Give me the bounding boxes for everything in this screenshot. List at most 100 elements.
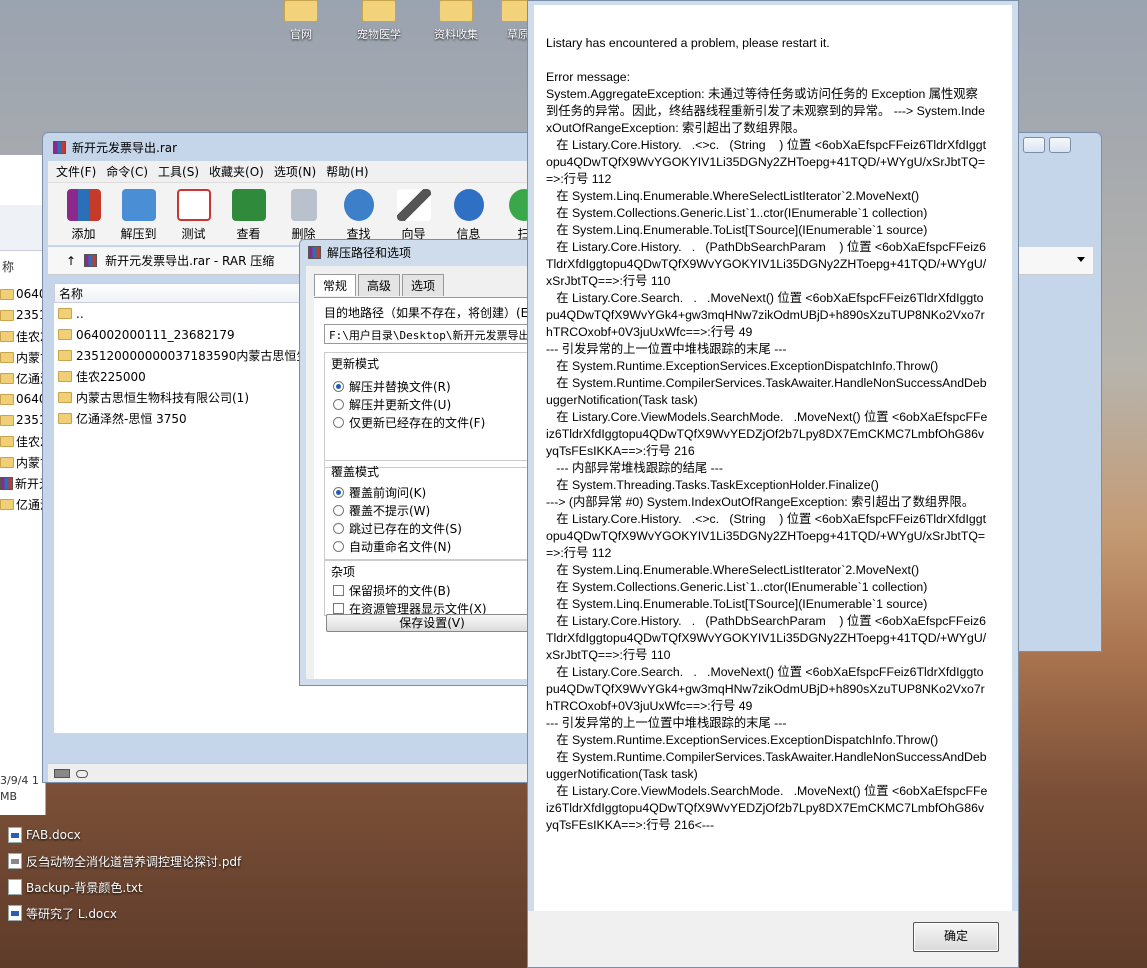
folder-icon [362, 0, 396, 22]
desktop-icon-1[interactable]: 宠物医学 [349, 0, 409, 42]
folder-extract-icon [121, 189, 156, 221]
desktop-file[interactable]: FAB.docx [8, 822, 241, 848]
folder-icon [58, 413, 72, 424]
list-item[interactable]: 亿通泽 [0, 494, 45, 514]
list-item[interactable]: 亿通泽 [0, 368, 45, 388]
folder-icon [0, 414, 14, 426]
checkbox[interactable] [333, 584, 344, 596]
list-item[interactable]: 佳农2 [0, 431, 45, 451]
pdf-document-icon [8, 853, 22, 869]
explorer-column-header[interactable]: 称 [2, 258, 14, 275]
radio-button[interactable] [333, 380, 344, 392]
list-item[interactable]: 内蒙古 [0, 452, 45, 472]
folder-icon [0, 498, 14, 510]
rar-archive-icon [84, 254, 98, 267]
wizard-button[interactable]: 向导 [388, 183, 439, 245]
radio-button[interactable] [333, 522, 344, 534]
test-button[interactable]: 测试 [168, 183, 219, 245]
folder-icon [284, 0, 318, 22]
folder-icon [0, 330, 14, 342]
list-item[interactable]: 新开元 [0, 473, 45, 493]
desktop-icon-2[interactable]: 资料收集 [426, 0, 486, 42]
checklist-icon [176, 189, 211, 221]
list-item[interactable]: 06400 [0, 284, 45, 304]
info-icon [453, 189, 484, 221]
save-settings-button[interactable]: 保存设置(V) [326, 614, 538, 632]
destination-label: 目的地路径（如果不存在，将创建）(E) [324, 306, 533, 320]
maximize-button[interactable] [1023, 137, 1045, 153]
menu-help[interactable]: 帮助(H) [326, 163, 368, 180]
desktop-icon-0[interactable]: 官网 [271, 0, 331, 42]
dialog-titlebar[interactable]: 解压路径和选项 [300, 240, 538, 264]
rar-archive-icon [53, 140, 66, 154]
tab-options[interactable]: 选项 [402, 274, 445, 296]
update-mode-group: 更新模式 解压并替换文件(R) 解压并更新文件(U) 仅更新已经存在的文件(F) [324, 352, 538, 468]
add-button[interactable]: 添加 [58, 183, 109, 245]
folder-icon [439, 0, 473, 22]
radio-button[interactable] [333, 416, 344, 428]
folder-icon [0, 351, 14, 363]
radio-auto-rename[interactable]: 自动重命名文件(N) [325, 537, 462, 555]
tab-strip: 常规 高级 选项 [306, 266, 538, 296]
menu-tools[interactable]: 工具(S) [158, 163, 199, 180]
chevron-down-icon [1077, 257, 1085, 262]
radio-button[interactable] [333, 504, 344, 516]
radio-button[interactable] [333, 540, 344, 552]
folder-icon [58, 392, 72, 403]
winrar-titlebar[interactable]: 新开元发票导出.rar [43, 133, 603, 161]
tab-advanced[interactable]: 高级 [358, 274, 401, 296]
menu-favorites[interactable]: 收藏夹(O) [209, 163, 264, 180]
desktop-file[interactable]: Backup-背景颜色.txt [8, 874, 241, 900]
path-dropdown[interactable] [1015, 247, 1093, 275]
archive-path[interactable]: 新开元发票导出.rar - RAR 压缩 [105, 252, 274, 269]
find-button[interactable]: 查找 [333, 183, 384, 245]
desktop-file-list: FAB.docx 反刍动物全消化道营养调控理论探讨.pdf Backup-背景颜… [8, 822, 241, 926]
info-button[interactable]: 信息 [443, 183, 494, 245]
radio-button[interactable] [333, 486, 344, 498]
radio-extract-update[interactable]: 解压并更新文件(U) [325, 395, 485, 413]
misc-group: 杂项 保留损坏的文件(B) 在资源管理器显示文件(X) [324, 560, 538, 616]
folder-icon [0, 288, 14, 300]
checkbox[interactable] [333, 602, 344, 614]
window-title: 新开元发票导出.rar [72, 140, 178, 155]
folder-icon [58, 329, 72, 340]
extract-to-button[interactable]: 解压到 [113, 183, 164, 245]
radio-skip-existing[interactable]: 跳过已存在的文件(S) [325, 519, 462, 537]
desktop-icon-label: 资料收集 [434, 28, 478, 41]
desktop-file[interactable]: 等研究了 L.docx [8, 900, 241, 926]
delete-button[interactable]: 删除 [278, 183, 329, 245]
desktop-icon-label: 草原 [507, 28, 529, 41]
list-item[interactable]: 06400 [0, 389, 45, 409]
up-arrow-icon[interactable]: ↑ [66, 254, 76, 268]
folder-icon [0, 309, 14, 321]
drive-icon [54, 769, 70, 778]
menu-commands[interactable]: 命令(C) [106, 163, 148, 180]
menu-options[interactable]: 选项(N) [274, 163, 316, 180]
overwrite-mode-label: 覆盖模式 [331, 465, 380, 479]
destination-path-input[interactable]: F:\用户目录\Desktop\新开元发票导出 [324, 324, 538, 344]
update-mode-label: 更新模式 [331, 357, 380, 371]
list-item[interactable]: 佳农2 [0, 326, 45, 346]
extract-options-dialog: 解压路径和选项 常规 高级 选项 目的地路径（如果不存在，将创建）(E) F:\… [299, 239, 539, 686]
radio-ask-before-overwrite[interactable]: 覆盖前询问(K) [325, 483, 462, 501]
ok-button[interactable]: 确定 [913, 922, 999, 952]
list-item[interactable]: 23512 [0, 410, 45, 430]
view-button[interactable]: 查看 [223, 183, 274, 245]
dialog-body: 常规 高级 选项 目的地路径（如果不存在，将创建）(E) F:\用户目录\Des… [306, 266, 538, 679]
listary-error-dialog: Listary has encountered a problem, pleas… [527, 0, 1019, 968]
radio-overwrite-without-prompt[interactable]: 覆盖不提示(W) [325, 501, 462, 519]
explorer-status: 3/9/4 1 MB [0, 774, 39, 803]
desktop-icon-label: 官网 [290, 28, 312, 41]
close-button[interactable] [1049, 137, 1071, 153]
folder-icon [0, 393, 14, 405]
desktop-file[interactable]: 反刍动物全消化道营养调控理论探讨.pdf [8, 848, 241, 874]
tab-general[interactable]: 常规 [314, 274, 357, 296]
list-item[interactable]: 23512 [0, 305, 45, 325]
radio-button[interactable] [333, 398, 344, 410]
magnifier-icon [343, 189, 374, 221]
radio-update-existing[interactable]: 仅更新已经存在的文件(F) [325, 413, 485, 431]
list-item[interactable]: 内蒙古 [0, 347, 45, 367]
menu-file[interactable]: 文件(F) [56, 163, 96, 180]
radio-extract-replace[interactable]: 解压并替换文件(R) [325, 377, 485, 395]
checkbox-keep-broken[interactable]: 保留损坏的文件(B) [325, 581, 487, 599]
